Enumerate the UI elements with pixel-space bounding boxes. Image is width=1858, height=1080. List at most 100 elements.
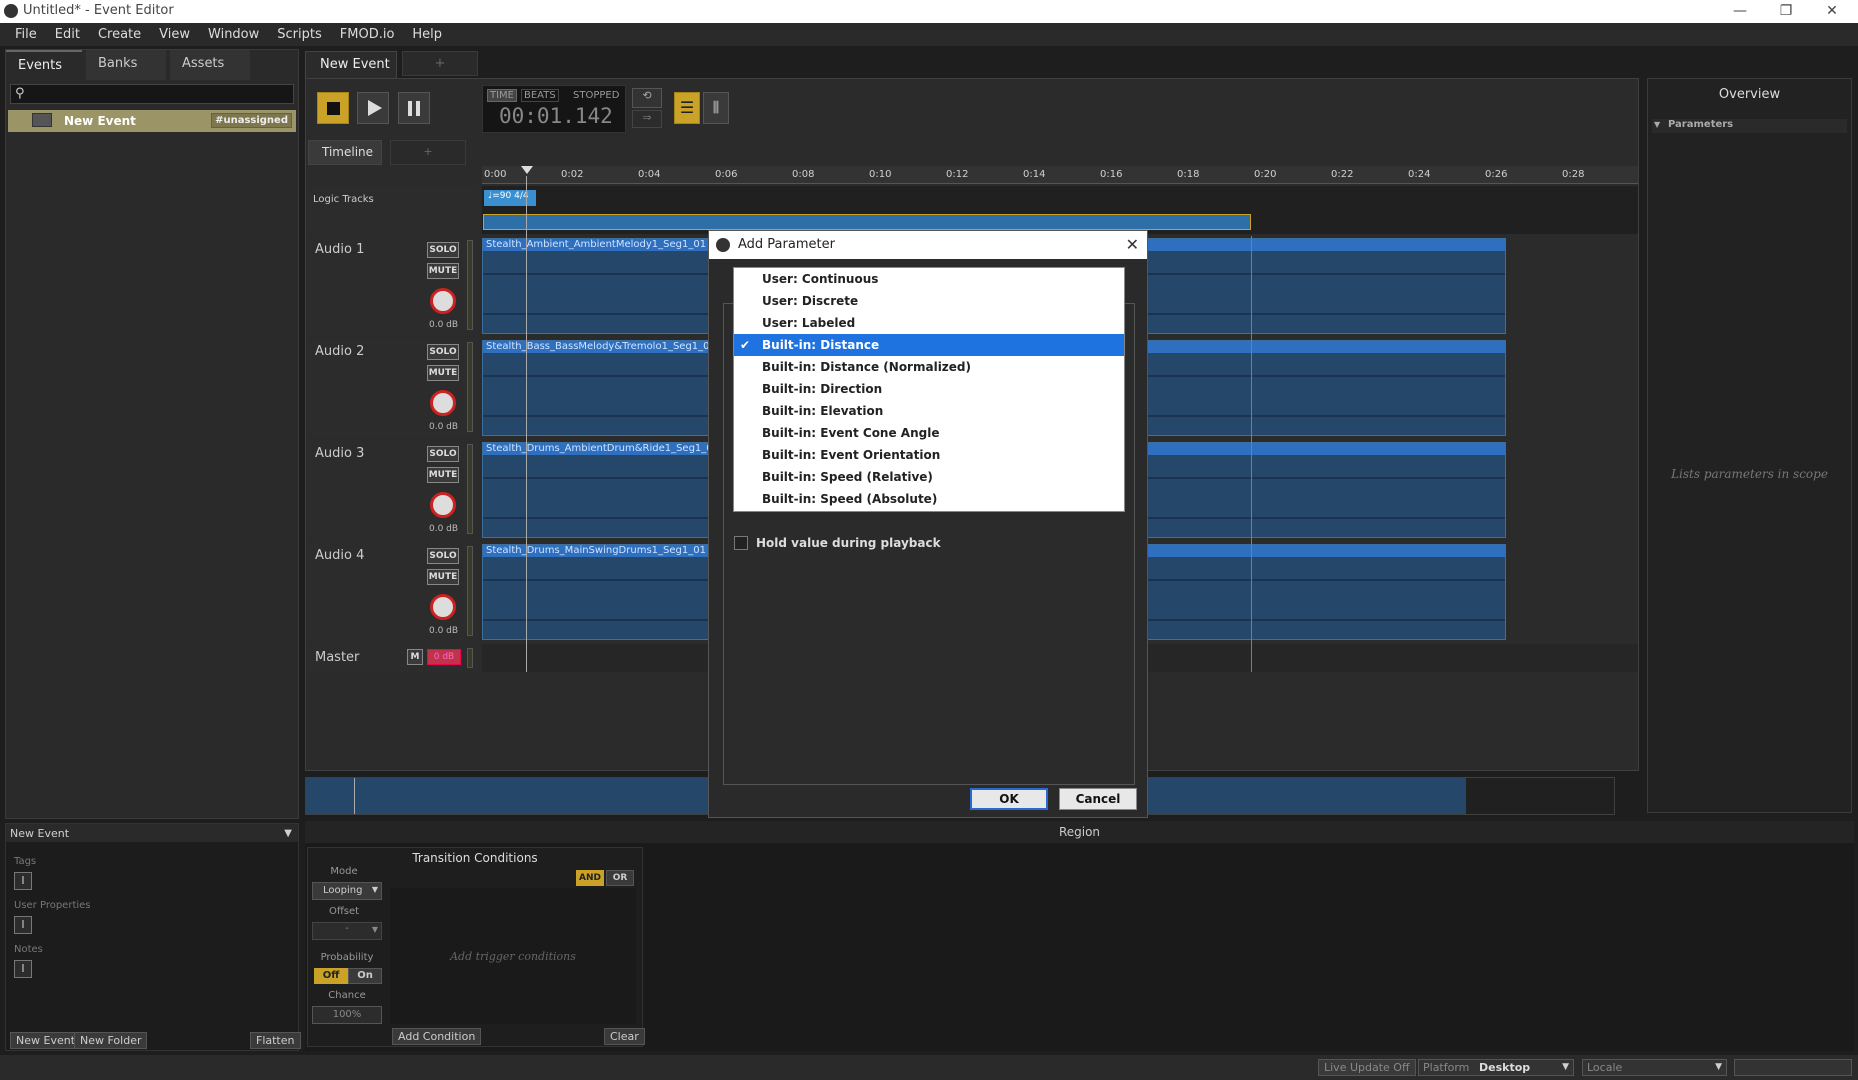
new-folder-button[interactable]: New Folder [74, 1032, 148, 1049]
or-toggle[interactable]: OR [606, 870, 634, 886]
option-user-labeled[interactable]: User: Labeled [734, 312, 1124, 334]
volume-knob[interactable] [430, 288, 456, 314]
tags-edit-icon[interactable]: I [14, 872, 32, 890]
option-builtin-distance[interactable]: ✔ Built-in: Distance [734, 334, 1124, 356]
ok-button[interactable]: OK [970, 788, 1048, 810]
option-builtin-speed-absolute[interactable]: Built-in: Speed (Absolute) [734, 488, 1124, 510]
solo-button[interactable]: SOLO [427, 242, 459, 258]
mute-button[interactable]: MUTE [427, 263, 459, 279]
beats-mode-toggle[interactable]: BEATS [521, 89, 559, 102]
tab-banks[interactable]: Banks [86, 50, 166, 80]
menu-fmodio[interactable]: FMOD.io [331, 23, 404, 46]
parameters-section-header[interactable]: Parameters [1652, 119, 1847, 133]
probability-on-toggle[interactable]: On [348, 968, 382, 984]
parameter-type-list[interactable]: User: Continuous User: Discrete User: La… [733, 267, 1125, 512]
add-condition-button[interactable]: Add Condition [392, 1028, 482, 1045]
option-builtin-direction[interactable]: Built-in: Direction [734, 378, 1124, 400]
option-user-discrete[interactable]: User: Discrete [734, 290, 1124, 312]
and-toggle[interactable]: AND [576, 870, 604, 886]
time-mode-toggle[interactable]: TIME [487, 89, 518, 102]
option-builtin-distance-normalized[interactable]: Built-in: Distance (Normalized) [734, 356, 1124, 378]
trigger-conditions-area[interactable]: Add trigger conditions [390, 888, 636, 1024]
chevron-down-icon[interactable]: ▼ [284, 828, 292, 839]
time-display[interactable]: TIME BEATS STOPPED 00:01.142 [482, 85, 626, 133]
tab-new-event[interactable]: New Event [305, 51, 397, 78]
timeline-ruler[interactable]: 0:00 0:02 0:04 0:06 0:08 0:10 0:12 0:14 … [482, 166, 1638, 184]
event-browser: Events Banks Assets ⚲ New Event #unassig… [5, 49, 299, 819]
cancel-button[interactable]: Cancel [1059, 788, 1137, 810]
pause-button[interactable] [398, 92, 430, 124]
track-header[interactable]: Audio 2 SOLO MUTE 0.0 dB [307, 338, 479, 438]
track-header[interactable]: Audio 4 SOLO MUTE 0.0 dB [307, 542, 479, 642]
minimize-icon[interactable]: — [1722, 1, 1758, 21]
master-mute-button[interactable]: M [407, 649, 423, 665]
option-user-continuous[interactable]: User: Continuous [734, 268, 1124, 290]
option-builtin-speed-relative[interactable]: Built-in: Speed (Relative) [734, 466, 1124, 488]
loop-end-line [1251, 236, 1252, 672]
play-button[interactable] [357, 92, 389, 124]
locale-selector[interactable]: Locale ▼ [1582, 1059, 1727, 1076]
offset-dropdown[interactable]: - ▼ [312, 922, 382, 940]
master-volume[interactable]: 0 dB [427, 649, 461, 665]
tab-events[interactable]: Events [6, 50, 82, 80]
solo-button[interactable]: SOLO [427, 548, 459, 564]
track-header[interactable]: Audio 3 SOLO MUTE 0.0 dB [307, 440, 479, 540]
menu-file[interactable]: File [6, 23, 46, 46]
track-name: Audio 2 [315, 344, 365, 359]
volume-knob[interactable] [430, 594, 456, 620]
region-panel: Region Transition Conditions AND OR Mode… [305, 821, 1854, 1051]
add-sheet-button[interactable]: + [390, 140, 466, 165]
option-builtin-event-cone-angle[interactable]: Built-in: Event Cone Angle [734, 422, 1124, 444]
probability-off-toggle[interactable]: Off [314, 968, 348, 984]
chance-input[interactable]: 100% [312, 1006, 382, 1024]
platform-selector[interactable]: Platform Desktop ▼ [1418, 1059, 1574, 1076]
menu-help[interactable]: Help [403, 23, 451, 46]
hold-value-checkbox[interactable] [734, 536, 748, 550]
new-event-button[interactable]: New Event [10, 1032, 82, 1049]
playhead-marker-icon[interactable] [521, 166, 533, 174]
track-header[interactable]: Audio 1 SOLO MUTE 0.0 dB [307, 236, 479, 336]
menu-view[interactable]: View [150, 23, 199, 46]
ruler-tick: 0:00 [484, 169, 507, 180]
mode-dropdown[interactable]: Looping ▼ [312, 882, 382, 900]
dialog-close-icon[interactable]: ✕ [1126, 235, 1139, 254]
menu-scripts[interactable]: Scripts [268, 23, 330, 46]
clear-button[interactable]: Clear [604, 1028, 645, 1045]
loop-icon[interactable]: ⟲ [632, 88, 662, 108]
flatten-button[interactable]: Flatten [250, 1032, 301, 1049]
volume-knob[interactable] [430, 390, 456, 416]
mute-button[interactable]: MUTE [427, 569, 459, 585]
event-list-item[interactable]: New Event #unassigned [8, 110, 296, 132]
mute-button[interactable]: MUTE [427, 467, 459, 483]
volume-knob[interactable] [430, 492, 456, 518]
notes-edit-icon[interactable]: I [14, 960, 32, 978]
menu-window[interactable]: Window [199, 23, 268, 46]
add-editor-tab-button[interactable]: + [402, 51, 478, 76]
live-update-toggle[interactable]: Live Update Off [1318, 1059, 1416, 1076]
solo-button[interactable]: SOLO [427, 446, 459, 462]
tempo-marker[interactable]: ♩=90 4/4 [484, 190, 536, 206]
master-track-header[interactable]: Master M 0 dB [307, 644, 479, 672]
track-name: Audio 4 [315, 548, 365, 563]
tab-timeline[interactable]: Timeline [308, 140, 382, 165]
follow-playhead-icon[interactable]: ⇒ [632, 110, 662, 128]
ruler-tick: 0:08 [792, 169, 815, 180]
list-view-icon[interactable]: ☰ [674, 92, 700, 124]
tab-assets[interactable]: Assets [170, 50, 250, 80]
collapse-triangle-icon[interactable]: ▼ [1654, 120, 1660, 129]
volume-value: 0.0 dB [429, 524, 459, 534]
restore-icon[interactable]: ❐ [1768, 1, 1804, 21]
option-builtin-elevation[interactable]: Built-in: Elevation [734, 400, 1124, 422]
browser-search-input[interactable]: ⚲ [10, 84, 294, 104]
menu-edit[interactable]: Edit [46, 23, 89, 46]
option-builtin-event-orientation[interactable]: Built-in: Event Orientation [734, 444, 1124, 466]
close-window-icon[interactable]: ✕ [1814, 1, 1850, 21]
stop-button[interactable] [317, 92, 349, 124]
loop-region[interactable] [483, 214, 1251, 230]
dropdown-arrow-icon: ▼ [371, 925, 378, 934]
user-properties-edit-icon[interactable]: I [14, 916, 32, 934]
mute-button[interactable]: MUTE [427, 365, 459, 381]
mixer-view-icon[interactable]: ⫼ [703, 92, 729, 124]
solo-button[interactable]: SOLO [427, 344, 459, 360]
menu-create[interactable]: Create [89, 23, 150, 46]
